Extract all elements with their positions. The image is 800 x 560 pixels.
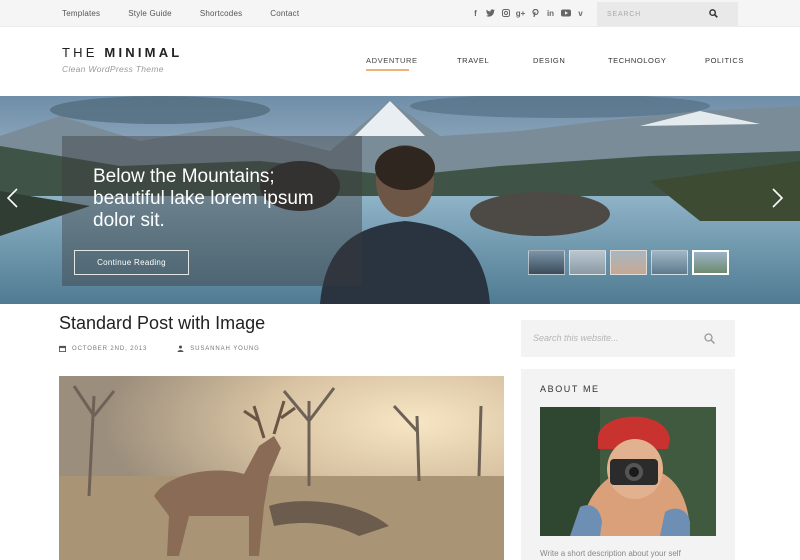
top-search — [597, 2, 738, 26]
about-widget: ABOUT ME Write a short description about… — [521, 369, 735, 560]
photographer-image — [540, 407, 716, 536]
continue-reading-button[interactable]: Continue Reading — [74, 250, 189, 275]
about-description: Write a short description about your sel… — [540, 549, 681, 558]
search-icon[interactable] — [709, 9, 718, 18]
post-author[interactable]: SUSANNAH YOUNG — [190, 346, 260, 352]
vimeo-icon[interactable]: v — [573, 9, 588, 18]
slide-title[interactable]: Below the Mountains; beautiful lake lore… — [93, 166, 343, 232]
hero-slider: Below the Mountains; beautiful lake lore… — [0, 96, 800, 304]
slider-thumbnails — [528, 250, 733, 275]
social-icons: f g+ in v — [468, 0, 588, 27]
top-bar: Templates Style Guide Shortcodes Contact… — [0, 0, 800, 27]
top-nav-shortcodes[interactable]: Shortcodes — [200, 9, 242, 18]
post-title[interactable]: Standard Post with Image — [59, 313, 265, 334]
deer-photo — [59, 376, 504, 560]
slider-thumbnail-1[interactable] — [528, 250, 565, 275]
post-date: OCTOBER 2ND, 2013 — [72, 345, 148, 352]
sidebar-search — [521, 320, 735, 357]
slider-thumbnail-2[interactable] — [569, 250, 606, 275]
about-photo — [540, 407, 716, 536]
slider-thumbnail-3[interactable] — [610, 250, 647, 275]
slide-caption: Below the Mountains; beautiful lake lore… — [62, 136, 362, 286]
instagram-icon[interactable] — [498, 8, 513, 19]
nav-technology[interactable]: TECHNOLOGY — [608, 56, 667, 65]
main-nav: ADVENTURE TRAVEL DESIGN TECHNOLOGY POLIT… — [0, 52, 800, 72]
search-icon[interactable] — [704, 333, 715, 344]
top-nav-templates[interactable]: Templates — [62, 9, 100, 18]
post-meta: OCTOBER 2ND, 2013 SUSANNAH YOUNG — [59, 345, 260, 352]
top-nav: Templates Style Guide Shortcodes Contact — [62, 0, 327, 27]
twitter-icon[interactable] — [483, 8, 498, 19]
active-nav-underline — [366, 69, 409, 71]
slider-thumbnail-5[interactable] — [692, 250, 729, 275]
slider-thumbnail-4[interactable] — [651, 250, 688, 275]
slider-next-icon[interactable] — [770, 186, 786, 210]
youtube-icon[interactable] — [558, 9, 573, 19]
about-title: ABOUT ME — [540, 384, 600, 394]
slider-prev-icon[interactable] — [4, 186, 20, 210]
user-icon — [177, 345, 184, 352]
nav-design[interactable]: DESIGN — [533, 56, 565, 65]
calendar-icon — [59, 345, 66, 352]
sidebar-search-input[interactable] — [533, 330, 703, 346]
top-nav-contact[interactable]: Contact — [270, 9, 299, 18]
post-image[interactable] — [59, 376, 504, 560]
top-search-input[interactable] — [597, 2, 707, 26]
nav-adventure[interactable]: ADVENTURE — [366, 56, 418, 65]
top-nav-style-guide[interactable]: Style Guide — [128, 9, 172, 18]
linkedin-icon[interactable]: in — [543, 9, 558, 18]
pinterest-icon[interactable] — [528, 8, 543, 19]
facebook-icon[interactable]: f — [468, 9, 483, 18]
google-plus-icon[interactable]: g+ — [513, 9, 528, 18]
nav-politics[interactable]: POLITICS — [705, 56, 744, 65]
nav-travel[interactable]: TRAVEL — [457, 56, 489, 65]
